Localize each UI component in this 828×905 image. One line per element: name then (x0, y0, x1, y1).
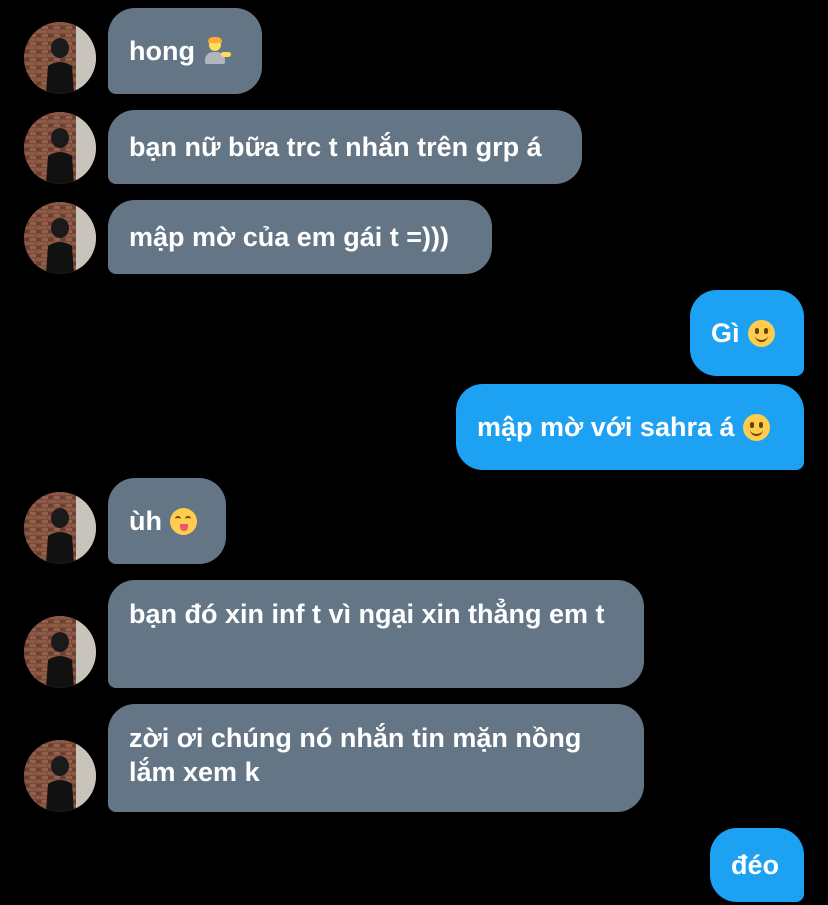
message-text: zời ơi chúng nó nhắn tin mặn nồng lắm xe… (129, 723, 582, 787)
message-bubble-incoming[interactable]: bạn nữ bữa trc t nhắn trên grp á (108, 110, 582, 184)
sender-avatar[interactable] (24, 202, 96, 274)
message-bubble-outgoing[interactable]: Gì (690, 290, 804, 376)
message-text: mập mờ với sahra á (477, 412, 735, 442)
person-tipping-hand-emoji (203, 37, 231, 65)
message-text: mập mờ của em gái t =))) (129, 222, 450, 252)
message-text: hong (129, 36, 195, 66)
slightly-smiling-face-emoji (747, 319, 775, 347)
message-bubble-incoming[interactable]: ùh (108, 478, 226, 564)
face-savoring-food-emoji (170, 507, 197, 535)
message-bubble-incoming[interactable]: hong (108, 8, 262, 94)
sender-avatar[interactable] (24, 112, 96, 184)
sender-avatar[interactable] (24, 22, 96, 94)
message-bubble-outgoing[interactable]: mập mờ với sahra á (456, 384, 804, 470)
message-bubble-incoming[interactable]: mập mờ của em gái t =))) (108, 200, 492, 274)
sender-avatar[interactable] (24, 616, 96, 688)
message-bubble-outgoing[interactable]: đéo (710, 828, 804, 902)
message-text: Gì (711, 318, 740, 348)
sender-avatar[interactable] (24, 740, 96, 812)
message-bubble-incoming[interactable]: zời ơi chúng nó nhắn tin mặn nồng lắm xe… (108, 704, 644, 812)
message-text: bạn đó xin inf t vì ngại xin thẳng em t (129, 599, 605, 629)
slightly-smiling-face-emoji (742, 413, 770, 441)
message-text: đéo (731, 850, 780, 880)
message-text: bạn nữ bữa trc t nhắn trên grp á (129, 132, 542, 162)
sender-avatar[interactable] (24, 492, 96, 564)
message-text: ùh (129, 506, 162, 536)
message-bubble-incoming[interactable]: bạn đó xin inf t vì ngại xin thẳng em t (108, 580, 644, 688)
